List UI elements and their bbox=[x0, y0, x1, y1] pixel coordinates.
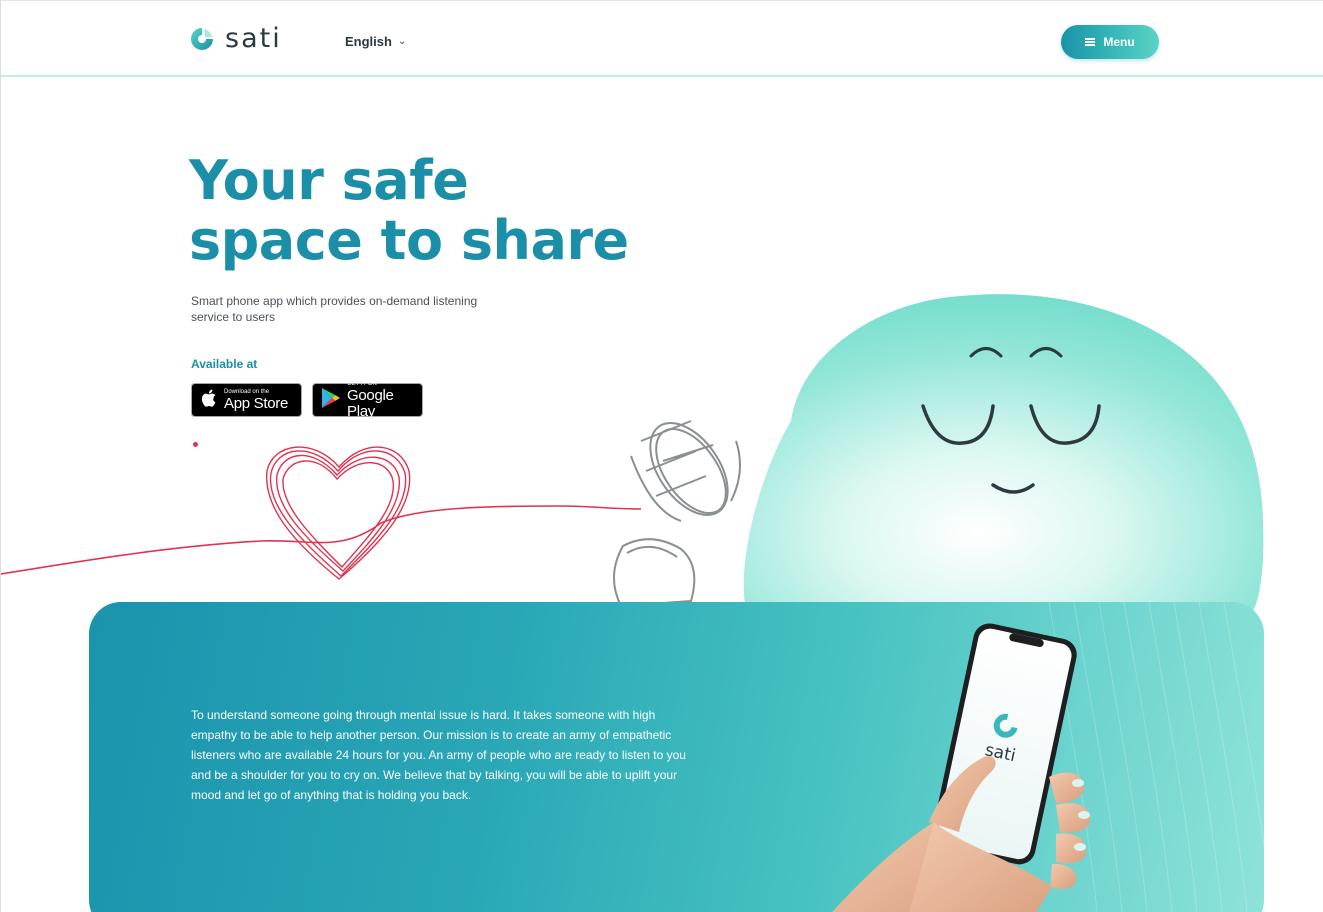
carousel-dot[interactable] bbox=[193, 442, 198, 447]
mission-panel: To understand someone going through ment… bbox=[89, 602, 1264, 912]
hero-title-line-1: Your safe bbox=[189, 149, 469, 212]
tin-can-bottom bbox=[612, 538, 696, 608]
menu-button[interactable]: Menu bbox=[1061, 25, 1159, 59]
page: sati English ⌄ Menu Your safe space to s… bbox=[0, 0, 1323, 912]
menu-label: Menu bbox=[1103, 35, 1135, 49]
google-play-big-text: Google Play bbox=[347, 386, 394, 420]
google-play-icon bbox=[321, 387, 341, 414]
google-play-button[interactable]: GET IT ON Google Play bbox=[312, 381, 423, 420]
brand-logo[interactable]: sati bbox=[189, 23, 282, 54]
menu-icon bbox=[1085, 38, 1096, 46]
chevron-down-icon: ⌄ bbox=[397, 36, 407, 47]
site-header: sati English ⌄ Menu bbox=[1, 1, 1323, 77]
available-at-label: Available at bbox=[191, 357, 258, 371]
hero-subtitle: Smart phone app which provides on-demand… bbox=[191, 294, 478, 324]
mascot-eye-right bbox=[1029, 404, 1101, 445]
hero-title-line-2: space to share bbox=[189, 209, 629, 272]
mascot-smile bbox=[991, 483, 1035, 494]
app-store-big-text: App Store bbox=[224, 394, 289, 412]
hero-title: Your safe space to share bbox=[189, 151, 629, 271]
app-store-button[interactable]: Download on the App Store bbox=[191, 383, 302, 417]
mascot-eye-left bbox=[921, 404, 995, 445]
mission-text: To understand someone going through ment… bbox=[191, 708, 686, 802]
language-selector[interactable]: English ⌄ bbox=[345, 34, 406, 49]
mascot-eyebrow-right bbox=[1029, 347, 1063, 358]
string-line bbox=[1, 505, 642, 575]
mascot-blob bbox=[743, 294, 1264, 611]
heart-scribble bbox=[266, 446, 411, 580]
brand-name: sati bbox=[225, 23, 282, 54]
sati-logo-icon bbox=[189, 26, 215, 52]
phone-in-hand-image: sati bbox=[832, 623, 1091, 912]
apple-icon bbox=[200, 388, 218, 413]
tin-can-top bbox=[630, 420, 741, 522]
language-label: English bbox=[345, 34, 392, 49]
mascot-eyebrow-left bbox=[969, 347, 1003, 358]
